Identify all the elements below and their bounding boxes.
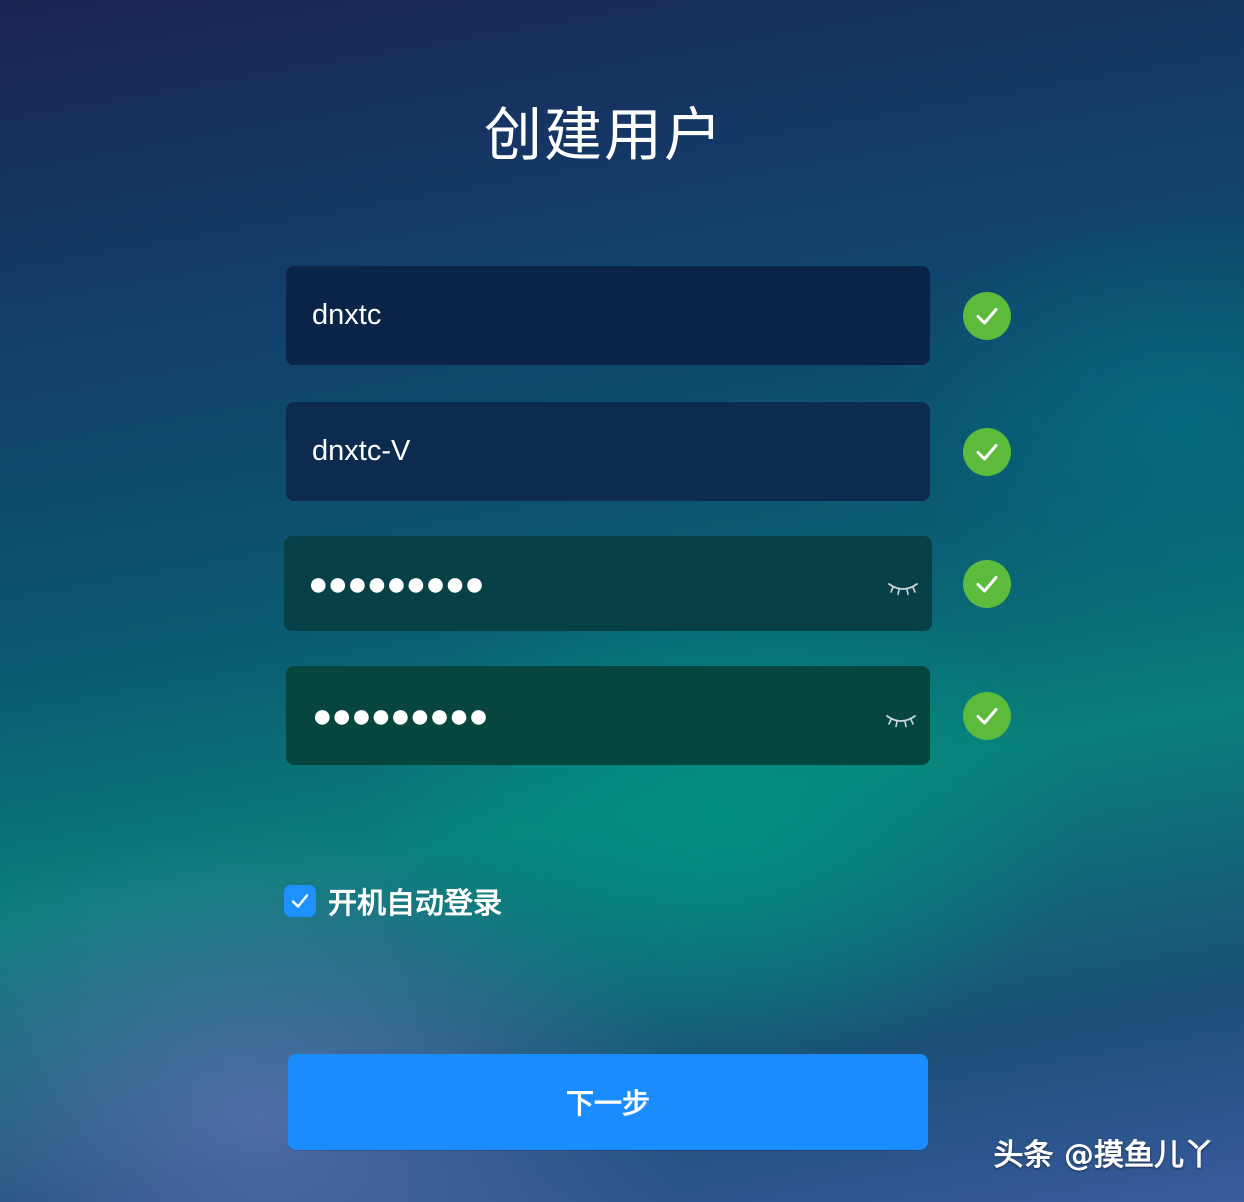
confirm-password-masked-value: ●●●●●●●●● [312,696,489,735]
confirm-password-field[interactable]: ●●●●●●●●● [286,666,930,765]
confirm-password-valid-check-icon [963,692,1011,740]
auto-login-label: 开机自动登录 [328,886,503,920]
eye-closed-icon[interactable] [884,706,918,727]
computer-name-field[interactable]: dnxtc-V [286,402,930,501]
computer-name-value: dnxtc-V [312,435,411,467]
password-field[interactable]: ●●●●●●●●● [284,536,932,631]
watermark: 头条 @摸鱼儿丫 [993,1138,1214,1173]
page-title: 创建用户 [483,101,724,169]
auto-login-option[interactable]: 开机自动登录 [284,880,502,922]
auto-login-checkbox[interactable] [284,885,316,917]
password-masked-value: ●●●●●●●●● [308,564,485,603]
username-value: dnxtc [312,299,382,331]
eye-closed-icon[interactable] [886,574,920,595]
username-valid-check-icon [963,292,1011,340]
computer-name-valid-check-icon [963,428,1011,476]
username-field[interactable]: dnxtc [286,266,930,365]
next-button[interactable]: 下一步 [288,1054,928,1150]
password-valid-check-icon [963,560,1011,608]
